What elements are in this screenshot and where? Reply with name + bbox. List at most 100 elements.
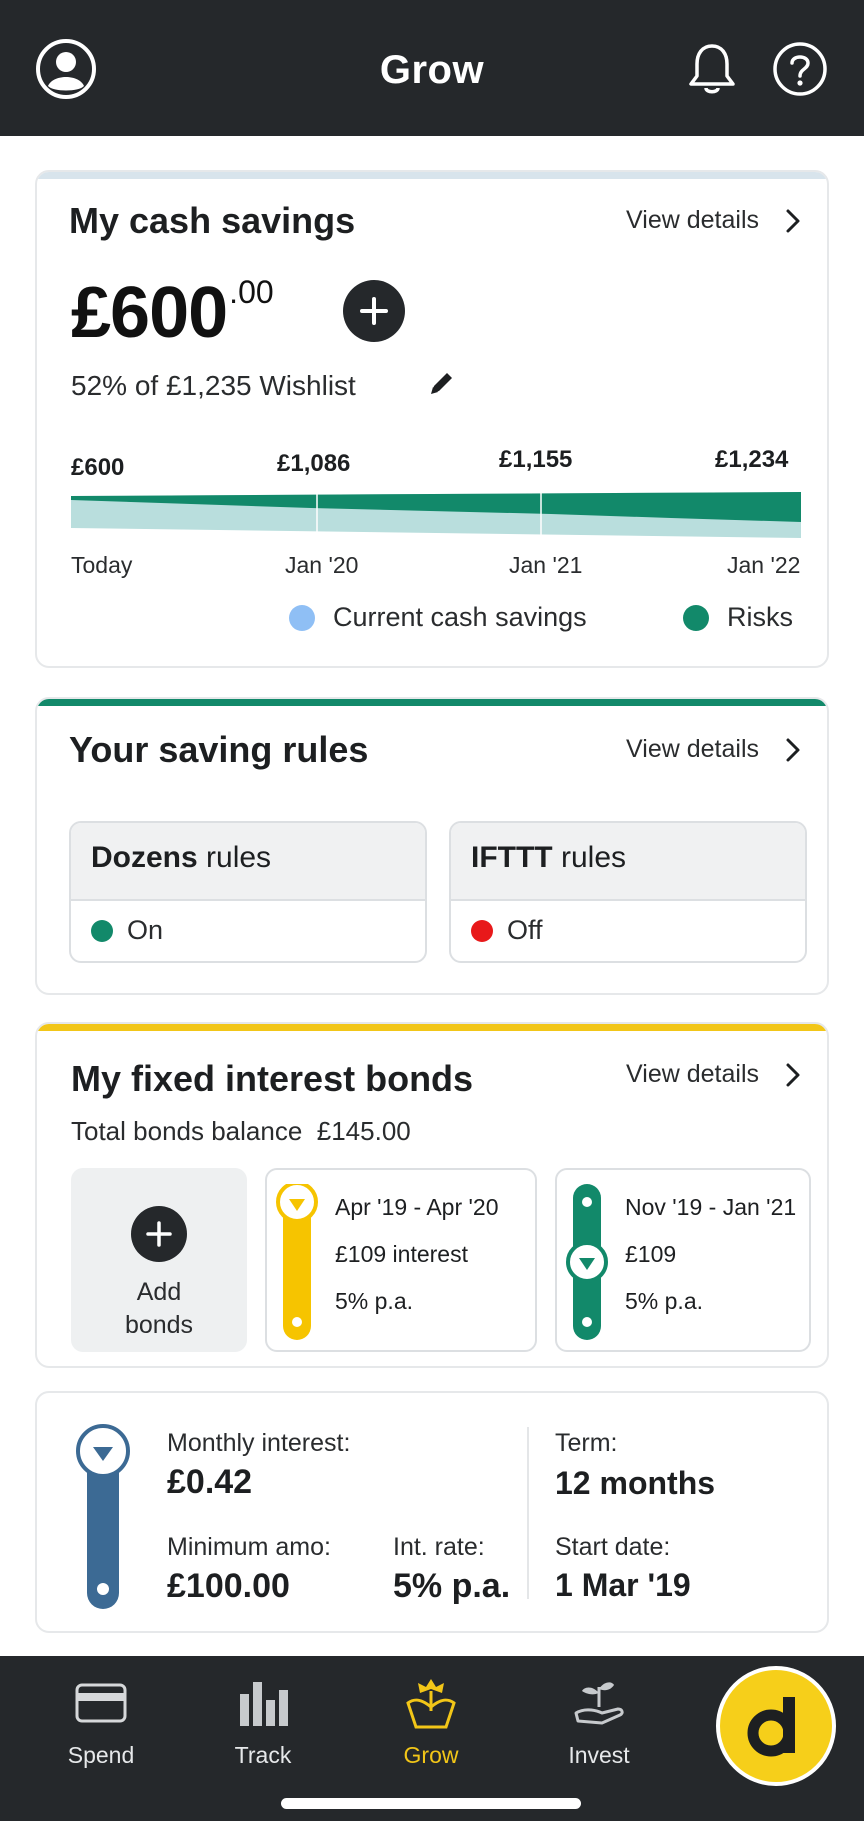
bond-amount: £109 interest <box>335 1241 468 1267</box>
projection-value-today: £600 <box>71 454 125 481</box>
ifttt-rules-box[interactable]: IFTTT rules Off <box>449 821 807 963</box>
projection-value-jan22: £1,234 <box>715 446 789 473</box>
view-details-label: View details <box>626 206 759 234</box>
nav-track[interactable]: Track <box>198 1672 328 1769</box>
monthly-interest-value: £0.42 <box>167 1463 253 1501</box>
projection-value-jan20: £1,086 <box>277 450 351 477</box>
add-bonds-label-line1: Add <box>136 1278 182 1306</box>
add-bonds-label-line2: bonds <box>124 1311 194 1339</box>
dozens-rules-status-label: On <box>127 915 164 945</box>
divider <box>527 1427 529 1599</box>
projection-date-today: Today <box>71 552 133 578</box>
legend-label-risks: Risks <box>727 602 793 632</box>
bond-rate: 5% p.a. <box>335 1288 413 1314</box>
top-bar: Grow <box>0 0 864 136</box>
monthly-interest-label: Monthly interest: <box>167 1429 351 1457</box>
legend-risks: Risks <box>683 602 793 633</box>
projection-date-jan22: Jan '22 <box>727 552 801 578</box>
dozens-rules-box[interactable]: Dozens rules On <box>69 821 427 963</box>
saving-rules-title: Your saving rules <box>69 729 369 770</box>
minimum-amount-label: Minimum amo: <box>167 1533 331 1561</box>
term-value: 12 months <box>555 1465 716 1501</box>
cash-savings-title: My cash savings <box>69 200 356 241</box>
cash-savings-view-details[interactable]: View details <box>626 206 801 235</box>
sprout-hand-icon <box>534 1672 664 1734</box>
savings-amount-main: £600 <box>71 273 228 353</box>
savings-amount-decimal: .00 <box>229 274 274 310</box>
ifttt-rules-status: Off <box>451 901 805 960</box>
bell-icon[interactable] <box>681 38 743 100</box>
bonds-balance-label: Total bonds balance <box>71 1116 303 1146</box>
bond-period: Nov '19 - Jan '21 <box>625 1194 797 1220</box>
cash-savings-card[interactable]: My cash savings View details £600.00 52%… <box>35 170 829 668</box>
plus-icon <box>131 1206 187 1262</box>
plant-icon <box>366 1672 496 1734</box>
nav-invest[interactable]: Invest <box>534 1672 664 1769</box>
legend-dot-risks <box>683 604 709 631</box>
savings-amount: £600.00 <box>71 272 274 354</box>
bond-details: Apr '19 - Apr '20 £109 interest 5% p.a. <box>335 1194 498 1335</box>
dozens-rules-status: On <box>71 901 425 960</box>
wishlist-progress-text: 52% of £1,235 Wishlist <box>71 370 356 401</box>
chevron-right-icon <box>786 738 800 761</box>
add-bonds-label: Add bonds <box>71 1276 247 1342</box>
start-date-label: Start date: <box>555 1533 671 1561</box>
bond-timeline-icon <box>276 1184 318 1340</box>
pencil-icon[interactable] <box>427 368 457 403</box>
nav-invest-label: Invest <box>568 1742 630 1768</box>
add-savings-button[interactable] <box>343 280 405 342</box>
bonds-balance-value: £145.00 <box>316 1116 411 1146</box>
saving-rules-view-details[interactable]: View details <box>626 735 801 764</box>
bond-amount: £109 <box>625 1241 677 1267</box>
ifttt-rules-suffix: rules <box>552 841 626 874</box>
legend-label-current: Current cash savings <box>333 602 587 632</box>
status-off-dot-icon <box>471 919 493 942</box>
interest-rate-label: Int. rate: <box>393 1533 485 1561</box>
dozens-rules-suffix: rules <box>197 841 272 874</box>
fixed-bonds-card[interactable]: My fixed interest bonds View details Tot… <box>35 1022 829 1368</box>
nav-track-label: Track <box>234 1742 292 1768</box>
bond-period: Apr '19 - Apr '20 <box>335 1194 499 1220</box>
legend-current-cash: Current cash savings <box>289 602 587 633</box>
view-details-label: View details <box>626 735 759 763</box>
projection-value-jan21: £1,155 <box>499 446 573 473</box>
view-details-label: View details <box>626 1060 759 1088</box>
savings-projection-bar <box>71 492 801 538</box>
bond-detail-card[interactable]: Monthly interest: £0.42 Minimum amo: £10… <box>35 1391 829 1633</box>
bond-timeline-icon <box>566 1184 608 1340</box>
projection-date-jan20: Jan '20 <box>285 552 359 578</box>
plus-icon <box>360 297 388 325</box>
saving-rules-card[interactable]: Your saving rules View details Dozens ru… <box>35 697 829 995</box>
nav-spend-label: Spend <box>67 1742 135 1768</box>
chevron-right-icon <box>786 1063 800 1086</box>
card-accent-line <box>37 1024 827 1031</box>
dozens-logo-button[interactable] <box>716 1666 836 1786</box>
ifttt-rules-name: IFTTT <box>471 841 553 874</box>
bonds-balance: Total bonds balance £145.00 <box>71 1116 411 1147</box>
nav-grow[interactable]: Grow <box>366 1672 496 1769</box>
bond-rate: 5% p.a. <box>625 1288 703 1314</box>
nav-spend[interactable]: Spend <box>36 1672 166 1769</box>
interest-rate-value: 5% p.a. <box>393 1567 511 1605</box>
add-bonds-button[interactable]: Add bonds <box>71 1168 247 1352</box>
nav-grow-label: Grow <box>403 1742 459 1768</box>
card-icon <box>36 1672 166 1734</box>
legend-dot-current <box>289 604 315 631</box>
dozens-rules-name: Dozens <box>91 841 198 874</box>
fixed-bonds-title: My fixed interest bonds <box>71 1058 474 1099</box>
status-on-dot-icon <box>91 919 113 942</box>
bottom-nav: Spend Track Grow Invest <box>0 1656 864 1821</box>
home-indicator[interactable] <box>281 1798 581 1809</box>
dozens-logo-icon <box>747 1697 795 1757</box>
help-icon[interactable] <box>769 38 831 100</box>
chevron-right-icon <box>786 209 800 232</box>
bonds-view-details[interactable]: View details <box>626 1060 801 1089</box>
bond-details: Nov '19 - Jan '21 £109 5% p.a. <box>625 1194 796 1335</box>
term-label: Term: <box>555 1429 618 1457</box>
minimum-amount-value: £100.00 <box>167 1567 290 1605</box>
bond-item[interactable]: Apr '19 - Apr '20 £109 interest 5% p.a. <box>265 1168 537 1352</box>
start-date-value: 1 Mar '19 <box>555 1567 691 1603</box>
bond-item[interactable]: Nov '19 - Jan '21 £109 5% p.a. <box>555 1168 811 1352</box>
card-accent-line <box>37 172 827 179</box>
dozens-rules-header: Dozens rules <box>71 823 425 901</box>
